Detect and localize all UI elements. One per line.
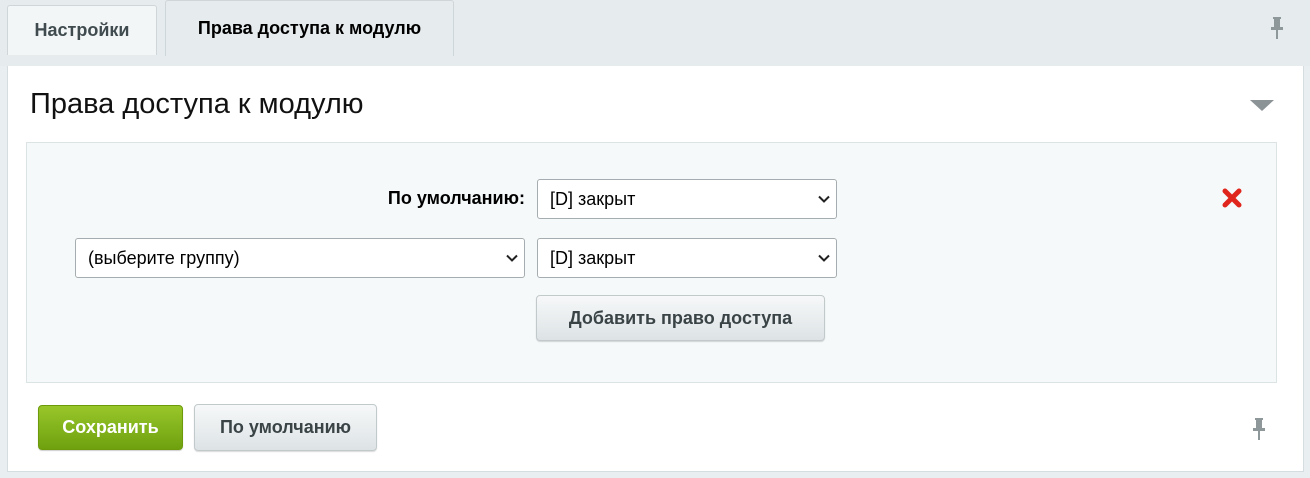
pin-icon[interactable] bbox=[1252, 418, 1266, 440]
chevron-down-icon bbox=[818, 254, 830, 262]
chevron-down-icon bbox=[818, 195, 830, 203]
group-access-select[interactable]: [D] закрыт bbox=[537, 238, 837, 278]
default-label: По умолчанию: bbox=[387, 188, 525, 208]
group-select-value: (выберите группу) bbox=[88, 247, 240, 268]
delete-icon[interactable] bbox=[1220, 186, 1244, 210]
default-access-value: [D] закрыт bbox=[550, 188, 636, 209]
collapse-arrow-icon[interactable] bbox=[1250, 100, 1274, 111]
pin-icon[interactable] bbox=[1270, 17, 1284, 39]
default-access-select[interactable]: [D] закрыт bbox=[537, 179, 837, 219]
group-select[interactable]: (выберите группу) bbox=[75, 238, 525, 278]
group-access-value: [D] закрыт bbox=[550, 247, 636, 268]
section-title: Права доступа к модулю bbox=[30, 88, 364, 120]
tab-bar: Настройки Права доступа к модулю bbox=[0, 0, 1310, 66]
default-button[interactable]: По умолчанию bbox=[194, 404, 377, 451]
add-access-button[interactable]: Добавить право доступа bbox=[536, 295, 825, 341]
chevron-down-icon bbox=[506, 254, 518, 262]
tab-module-access[interactable]: Права доступа к модулю bbox=[165, 0, 454, 56]
tab-settings[interactable]: Настройки bbox=[7, 5, 157, 55]
access-form: По умолчанию: [D] закрыт (выберите групп… bbox=[26, 142, 1277, 383]
access-panel: Права доступа к модулю По умолчанию: [D]… bbox=[7, 66, 1304, 472]
save-button[interactable]: Сохранить bbox=[38, 405, 183, 450]
